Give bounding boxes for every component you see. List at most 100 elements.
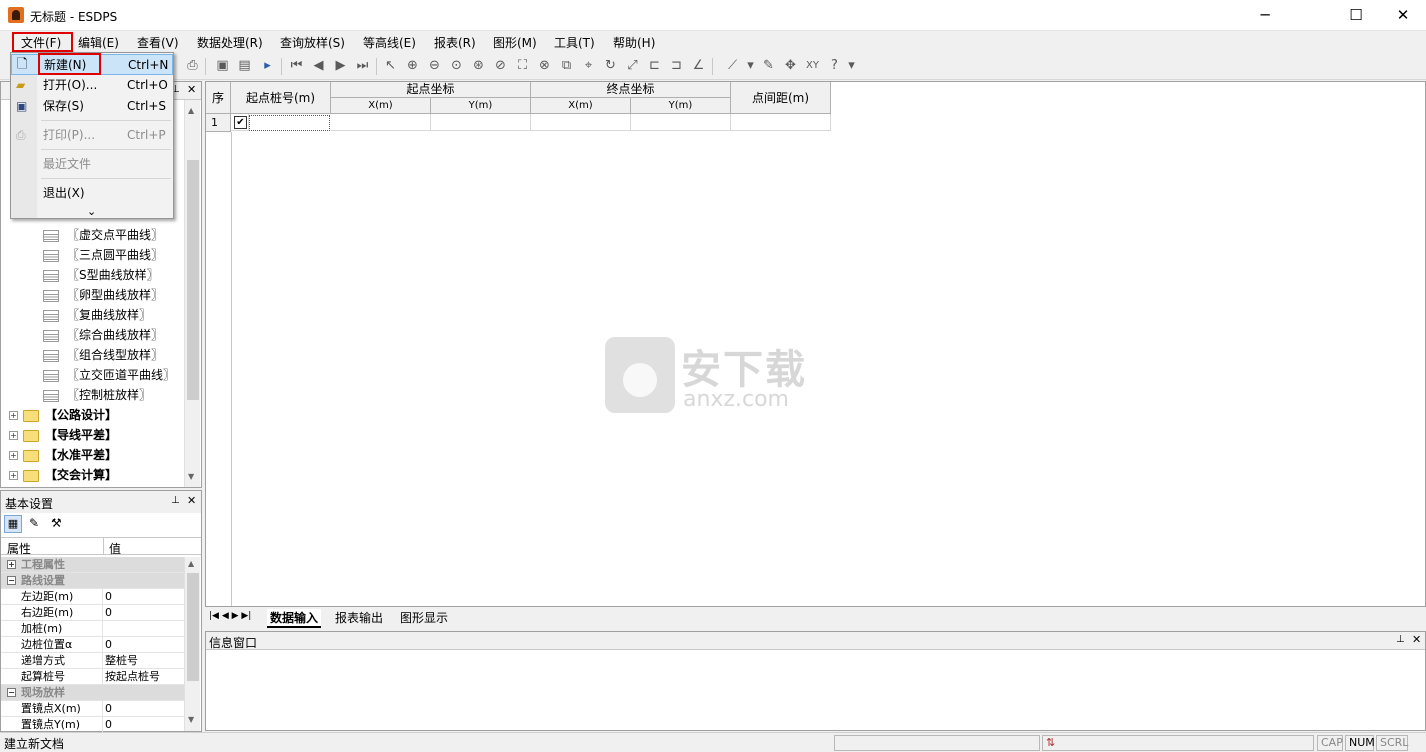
- zoom-window-icon[interactable]: ⊙: [448, 57, 465, 74]
- zoom-extents-icon[interactable]: ⛶: [514, 57, 531, 74]
- tree-item[interactable]: 〖S型曲线放样〗: [43, 265, 159, 285]
- tab-report-output[interactable]: 报表输出: [335, 609, 383, 626]
- start-y-cell[interactable]: [431, 114, 531, 131]
- menu-query-stakeout[interactable]: 查询放样(S): [278, 34, 347, 51]
- snap-icon[interactable]: ⌖: [580, 57, 597, 74]
- menu-item-open[interactable]: ▰ 打开(O)... Ctrl+O: [11, 75, 173, 96]
- line-icon[interactable]: ⟋: [724, 57, 741, 74]
- property-value[interactable]: 整桩号: [105, 653, 138, 669]
- expand-icon[interactable]: −: [7, 576, 16, 585]
- expand-menu-icon[interactable]: ⌄: [11, 201, 173, 222]
- tree-item[interactable]: 〖三点圆平曲线〗: [43, 245, 163, 265]
- tree-item[interactable]: 〖虚交点平曲线〗: [43, 225, 163, 245]
- trim-icon[interactable]: ⊏: [646, 57, 663, 74]
- tree-scrollbar[interactable]: ▲ ▼: [184, 100, 200, 487]
- tab-nav-arrows[interactable]: |◀ ◀ ▶ ▶|: [209, 611, 251, 621]
- prev-record-icon[interactable]: ◀: [310, 57, 327, 74]
- menu-graphics[interactable]: 图形(M): [491, 34, 539, 51]
- tree-item[interactable]: 〖控制桩放样〗: [43, 385, 151, 405]
- import-icon[interactable]: ▣: [214, 57, 231, 74]
- scroll-up-icon[interactable]: ▲: [188, 106, 194, 115]
- pan-icon[interactable]: ⊗: [536, 57, 553, 74]
- tree-folder[interactable]: + 【水准平差】: [9, 445, 117, 465]
- help-icon[interactable]: ?: [826, 57, 843, 74]
- xy-icon[interactable]: XY: [804, 57, 821, 74]
- menu-item-save[interactable]: ▣ 保存(S) Ctrl+S: [11, 96, 173, 117]
- help-dropdown-icon[interactable]: ▾: [843, 57, 860, 74]
- tree-folder[interactable]: + 【交会计算】: [9, 465, 117, 485]
- property-row[interactable]: 递增方式 整桩号: [1, 653, 185, 669]
- zoom-out-icon[interactable]: ⊖: [426, 57, 443, 74]
- scroll-up-icon[interactable]: ▲: [188, 559, 194, 568]
- scale-icon[interactable]: ⤢: [624, 57, 641, 74]
- property-row[interactable]: 右边距(m) 0: [1, 605, 185, 621]
- property-value[interactable]: 0: [105, 605, 112, 621]
- property-row[interactable]: 置镜点X(m) 0: [1, 701, 185, 717]
- tree-item[interactable]: 〖组合线型放样〗: [43, 345, 163, 365]
- tools-icon[interactable]: ⚒: [51, 516, 62, 530]
- expand-icon[interactable]: +: [9, 471, 18, 480]
- minimize-button[interactable]: ─: [1242, 0, 1288, 31]
- menu-report[interactable]: 报表(R): [432, 34, 478, 51]
- scroll-down-icon[interactable]: ▼: [188, 715, 194, 724]
- grid-header-end-x[interactable]: X(m): [531, 98, 631, 114]
- grid-header-distance[interactable]: 点间距(m): [731, 82, 831, 114]
- property-row[interactable]: 左边距(m) 0: [1, 589, 185, 605]
- zoom-previous-icon[interactable]: ⊛: [470, 57, 487, 74]
- expand-icon[interactable]: +: [9, 431, 18, 440]
- property-value[interactable]: 按起点桩号: [105, 669, 160, 685]
- grid-header-start-station[interactable]: 起点桩号(m): [231, 82, 331, 114]
- expand-icon[interactable]: +: [9, 411, 18, 420]
- panel-close-icon[interactable]: ✕: [187, 83, 196, 96]
- grid-header-start-x[interactable]: X(m): [331, 98, 431, 114]
- first-record-icon[interactable]: ⏮: [288, 57, 305, 74]
- last-record-icon[interactable]: ⏭: [354, 57, 371, 74]
- expand-icon[interactable]: +: [9, 451, 18, 460]
- close-button[interactable]: ✕: [1380, 0, 1426, 31]
- redraw-icon[interactable]: ⧉: [558, 57, 575, 74]
- pen-icon[interactable]: ✎: [760, 57, 777, 74]
- line-dropdown-icon[interactable]: ▾: [742, 57, 759, 74]
- menu-tools[interactable]: 工具(T): [552, 34, 597, 51]
- pin-icon[interactable]: ⊥: [1396, 634, 1405, 645]
- property-row[interactable]: 起算桩号 按起点桩号: [1, 669, 185, 685]
- tree-item[interactable]: 〖卵型曲线放样〗: [43, 285, 163, 305]
- end-x-cell[interactable]: [531, 114, 631, 131]
- property-row[interactable]: 加桩(m): [1, 621, 185, 637]
- menu-data-processing[interactable]: 数据处理(R): [195, 34, 265, 51]
- tree-folder[interactable]: + 【公路设计】: [9, 405, 117, 425]
- menu-help[interactable]: 帮助(H): [611, 34, 657, 51]
- property-value[interactable]: 0: [105, 701, 112, 717]
- property-value[interactable]: 0: [105, 589, 112, 605]
- menu-view[interactable]: 查看(V): [135, 34, 181, 51]
- zoom-in-icon[interactable]: ⊕: [404, 57, 421, 74]
- tab-graph-display[interactable]: 图形显示: [400, 609, 448, 626]
- property-category[interactable]: − 路线设置: [1, 573, 185, 589]
- panel-close-icon[interactable]: ✕: [1412, 633, 1421, 646]
- property-row[interactable]: 边桩位置α 0: [1, 637, 185, 653]
- expand-icon[interactable]: +: [7, 560, 16, 569]
- property-value[interactable]: 0: [105, 637, 112, 653]
- property-category[interactable]: − 现场放样: [1, 685, 185, 701]
- print-icon[interactable]: ⎙: [184, 57, 201, 74]
- row-checkbox[interactable]: ✔: [234, 116, 247, 129]
- start-station-cell[interactable]: [249, 115, 330, 131]
- edit-props-icon[interactable]: ✎: [29, 516, 39, 530]
- tree-item[interactable]: 〖综合曲线放样〗: [43, 325, 163, 345]
- scroll-thumb[interactable]: [187, 573, 199, 681]
- menu-contour[interactable]: 等高线(E): [361, 34, 418, 51]
- start-x-cell[interactable]: [331, 114, 431, 131]
- pin-icon[interactable]: ⊥: [171, 495, 180, 506]
- expand-icon[interactable]: −: [7, 688, 16, 697]
- run-icon[interactable]: ▸: [259, 57, 276, 74]
- zoom-realtime-icon[interactable]: ⊘: [492, 57, 509, 74]
- pointer-icon[interactable]: ↖: [382, 57, 399, 74]
- end-y-cell[interactable]: [631, 114, 731, 131]
- panel-close-icon[interactable]: ✕: [187, 494, 196, 507]
- property-value[interactable]: 0: [105, 717, 112, 733]
- extend-icon[interactable]: ⊐: [668, 57, 685, 74]
- angle-icon[interactable]: ∠: [690, 57, 707, 74]
- distance-cell[interactable]: [731, 114, 831, 131]
- property-category[interactable]: + 工程属性: [1, 557, 185, 573]
- properties-scrollbar[interactable]: ▲ ▼: [184, 557, 200, 731]
